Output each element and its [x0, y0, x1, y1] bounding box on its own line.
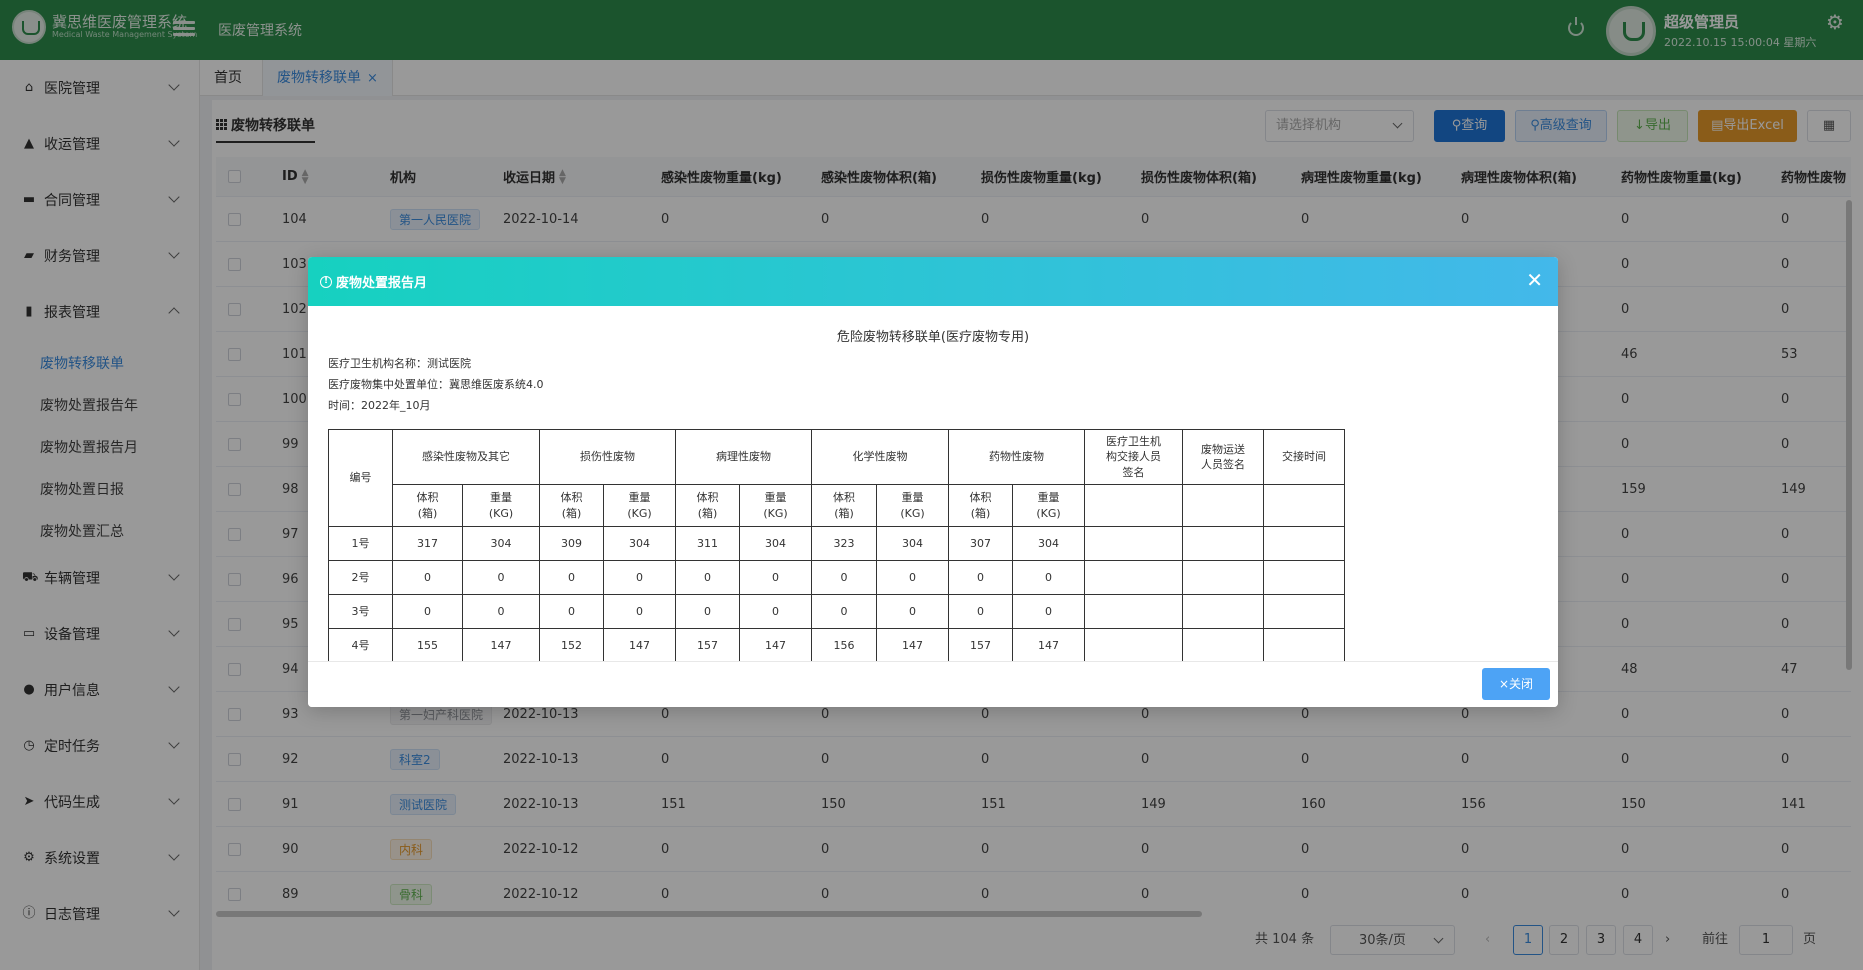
- sub-weight: 重量(KG): [603, 484, 676, 527]
- sub-volume: 体积(箱): [539, 484, 604, 527]
- report-cell: 157: [675, 628, 740, 661]
- col-institution-signature: 医疗卫生机构交接人员签名: [1084, 429, 1183, 485]
- category-injury: 损伤性废物: [539, 429, 676, 485]
- report-period: 时间：2022年_10月: [328, 399, 431, 412]
- category-chemical: 化学性废物: [811, 429, 949, 485]
- signature-cell[interactable]: [1084, 526, 1183, 561]
- report-cell: 0: [739, 560, 812, 595]
- report-cell: 147: [603, 628, 676, 661]
- dialog-title-text: 废物处置报告月: [336, 276, 428, 291]
- report-cell: 0: [675, 560, 740, 595]
- row-number: 4号: [328, 628, 393, 661]
- signature-cell[interactable]: [1084, 594, 1183, 629]
- report-cell: 0: [876, 594, 949, 629]
- report-cell: 0: [392, 560, 463, 595]
- sub-weight: 重量(KG): [462, 484, 540, 527]
- report-cell: 307: [948, 526, 1013, 561]
- report-cell: 147: [462, 628, 540, 661]
- report-cell: 147: [876, 628, 949, 661]
- dialog-footer: ×关闭: [308, 661, 1558, 707]
- institution-name: 医疗卫生机构名称：测试医院: [328, 357, 471, 370]
- close-icon[interactable]: ✕: [1526, 268, 1543, 292]
- signature-cell[interactable]: [1182, 526, 1264, 561]
- report-cell: 0: [539, 594, 604, 629]
- report-row: 3号 0 0 0 0 0 0 0 0 0 0: [328, 594, 1345, 629]
- sub-volume: 体积(箱): [811, 484, 877, 527]
- close-button[interactable]: ×关闭: [1482, 668, 1550, 700]
- sub-weight: 重量(KG): [1012, 484, 1085, 527]
- report-cell: 156: [811, 628, 877, 661]
- category-infectious: 感染性废物及其它: [392, 429, 540, 485]
- report-cell: 0: [675, 594, 740, 629]
- signature-cell[interactable]: [1182, 560, 1264, 595]
- col-number-header: 编号: [328, 429, 393, 527]
- col-handover-time: 交接时间: [1263, 429, 1345, 485]
- report-cell: 155: [392, 628, 463, 661]
- report-cell: 0: [1012, 560, 1085, 595]
- row-number: 2号: [328, 560, 393, 595]
- sub-volume: 体积(箱): [675, 484, 740, 527]
- handover-cell[interactable]: [1263, 628, 1345, 661]
- report-cell: 304: [739, 526, 812, 561]
- report-row: 4号 155 147 152 147 157 147 156 147 157 147: [328, 628, 1345, 661]
- report-cell: 0: [462, 560, 540, 595]
- report-cell: 0: [1012, 594, 1085, 629]
- sub-volume: 体积(箱): [392, 484, 463, 527]
- handover-cell[interactable]: [1263, 594, 1345, 629]
- dialog-header: ! 废物处置报告月 ✕: [308, 257, 1558, 306]
- handover-cell[interactable]: [1263, 526, 1345, 561]
- report-cell: 311: [675, 526, 740, 561]
- signature-cell[interactable]: [1182, 628, 1264, 661]
- col-transporter-signature: 废物运送人员签名: [1182, 429, 1264, 485]
- signature-cell[interactable]: [1182, 594, 1264, 629]
- report-cell: 0: [603, 594, 676, 629]
- report-cell: 304: [603, 526, 676, 561]
- report-cell: 0: [876, 560, 949, 595]
- handover-cell[interactable]: [1263, 560, 1345, 595]
- report-cell: 0: [462, 594, 540, 629]
- report-cell: 0: [811, 594, 877, 629]
- row-number: 3号: [328, 594, 393, 629]
- report-cell: 152: [539, 628, 604, 661]
- report-cell: 317: [392, 526, 463, 561]
- category-drug: 药物性废物: [948, 429, 1085, 485]
- signature-cell[interactable]: [1084, 560, 1183, 595]
- report-cell: 0: [811, 560, 877, 595]
- report-cell: 304: [1012, 526, 1085, 561]
- report-cell: 147: [739, 628, 812, 661]
- signature-cell[interactable]: [1084, 628, 1183, 661]
- report-cell: 157: [948, 628, 1013, 661]
- report-cell: 304: [876, 526, 949, 561]
- report-cell: 0: [739, 594, 812, 629]
- info-icon: !: [320, 275, 332, 288]
- dialog-body: 危险废物转移联单(医疗废物专用) 医疗卫生机构名称：测试医院 医疗废物集中处置单…: [308, 306, 1558, 661]
- report-cell: 0: [539, 560, 604, 595]
- report-cell: 0: [392, 594, 463, 629]
- sub-volume: 体积(箱): [948, 484, 1013, 527]
- category-pathology: 病理性废物: [675, 429, 812, 485]
- report-cell: 304: [462, 526, 540, 561]
- report-title: 危险废物转移联单(医疗废物专用): [836, 330, 1030, 345]
- report-row: 1号 317 304 309 304 311 304 323 304 307 304: [328, 526, 1345, 561]
- report-row: 2号 0 0 0 0 0 0 0 0 0 0: [328, 560, 1345, 595]
- report-cell: 147: [1012, 628, 1085, 661]
- disposal-unit: 医疗废物集中处置单位：冀思维医废系统4.0: [328, 378, 544, 391]
- report-cell: 323: [811, 526, 877, 561]
- sub-weight: 重量(KG): [876, 484, 949, 527]
- report-cell: 309: [539, 526, 604, 561]
- report-cell: 0: [603, 560, 676, 595]
- sub-weight: 重量(KG): [739, 484, 812, 527]
- row-number: 1号: [328, 526, 393, 561]
- report-cell: 0: [948, 594, 1013, 629]
- report-dialog: ! 废物处置报告月 ✕ 危险废物转移联单(医疗废物专用) 医疗卫生机构名称：测试医…: [308, 257, 1558, 707]
- report-cell: 0: [948, 560, 1013, 595]
- dialog-title: ! 废物处置报告月: [320, 272, 427, 291]
- report-table: 编号 感染性废物及其它 损伤性废物 病理性废物 化学性废物 药物性废物 医疗卫生…: [328, 429, 1345, 661]
